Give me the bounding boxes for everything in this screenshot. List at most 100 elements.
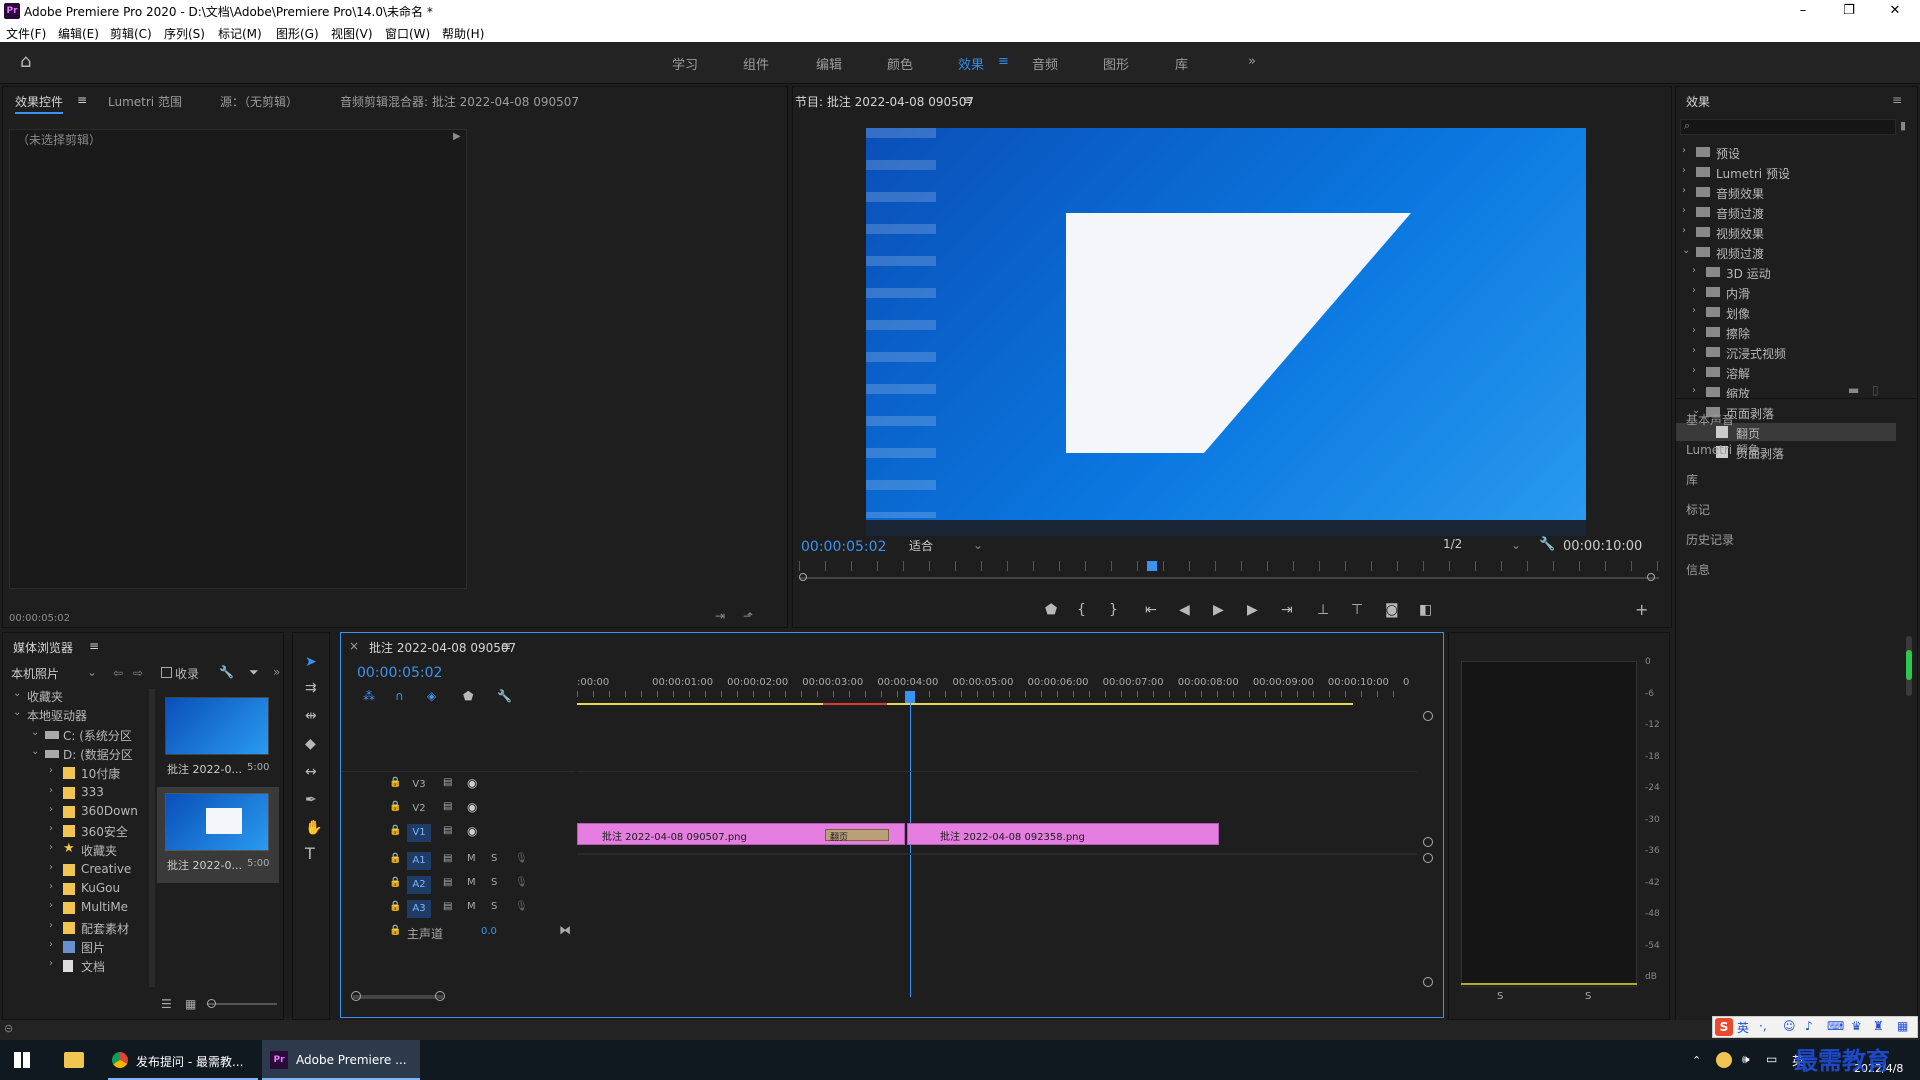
ime-keyboard-icon[interactable]: ⌨ bbox=[1827, 1019, 1844, 1033]
track-header[interactable]: 🔒 A1 ▤ M S 🎙 bbox=[341, 851, 575, 871]
extract-icon[interactable]: ⊤ bbox=[1351, 603, 1363, 617]
mute-button[interactable]: M bbox=[467, 853, 476, 864]
mark-out-icon[interactable]: } bbox=[1109, 603, 1118, 617]
clip-v1-2[interactable]: 批注 2022-04-08 092358.png bbox=[907, 823, 1219, 845]
effects-tree-item[interactable]: ⌄ 视频过渡 bbox=[1676, 243, 1896, 261]
effects-title[interactable]: 效果 bbox=[1686, 93, 1710, 110]
panel-scrollbar[interactable] bbox=[1906, 636, 1912, 696]
media-browser-menu-icon[interactable]: ≡ bbox=[89, 639, 99, 653]
sequence-tab[interactable]: 批注 2022-04-08 090507 bbox=[369, 639, 516, 656]
track-select-icon[interactable]: ⇉ bbox=[305, 681, 317, 695]
sync-lock-icon[interactable]: ▤ bbox=[443, 901, 452, 912]
go-to-in-icon[interactable]: ⇤ bbox=[1145, 603, 1157, 617]
scroll-handle-left[interactable] bbox=[351, 991, 361, 1001]
sync-lock-icon[interactable]: ▤ bbox=[443, 877, 452, 888]
track-target-a3[interactable]: A3 bbox=[407, 900, 431, 918]
expand-arrow-icon[interactable]: ▶ bbox=[453, 131, 461, 142]
media-tree-item[interactable]: › 文档 bbox=[3, 957, 151, 975]
menu-file[interactable]: 文件(F) bbox=[6, 25, 46, 42]
lock-icon[interactable]: 🔒 bbox=[389, 925, 401, 936]
workspace-assembly[interactable]: 组件 bbox=[743, 54, 769, 73]
work-area-bar[interactable] bbox=[577, 703, 1353, 705]
filter-icon[interactable]: ⏷ bbox=[249, 665, 259, 680]
location-dropdown[interactable]: 本机照片 ⌄ bbox=[11, 665, 99, 683]
vscroll-handle[interactable] bbox=[1423, 853, 1433, 863]
media-tree-item[interactable]: ⌄ D: (数据分区 bbox=[3, 745, 151, 763]
media-tree-item[interactable]: › 配套素材 bbox=[3, 919, 151, 937]
lift-icon[interactable]: ⊥ bbox=[1317, 603, 1329, 617]
media-tree-item[interactable]: › 360安全 bbox=[3, 822, 151, 840]
media-tree-item[interactable]: › MultiMe bbox=[3, 899, 151, 917]
new-custom-bin-icon[interactable]: ▬ bbox=[1848, 383, 1859, 397]
home-icon[interactable]: ⌂ bbox=[20, 53, 31, 71]
ingest-settings-icon[interactable]: 🔧 bbox=[219, 665, 234, 679]
section-info[interactable]: 信息 bbox=[1686, 561, 1710, 578]
effects-tree-item[interactable]: › 预设 bbox=[1676, 143, 1896, 161]
vscroll-handle[interactable] bbox=[1423, 711, 1433, 721]
menu-view[interactable]: 视图(V) bbox=[331, 25, 373, 42]
go-to-end-icon[interactable]: ⧓ bbox=[559, 923, 571, 937]
chevron-right-icon[interactable]: › bbox=[1682, 225, 1686, 236]
step-forward-icon[interactable]: ▶ bbox=[1247, 603, 1258, 617]
tab-audio-clip-mixer[interactable]: 音频剪辑混合器: 批注 2022-04-08 090507 bbox=[340, 93, 579, 110]
lock-icon[interactable]: 🔒 bbox=[389, 825, 401, 836]
pen-tool-icon[interactable]: ✒ bbox=[305, 793, 317, 807]
razor-tool-icon[interactable]: ◆ bbox=[305, 737, 316, 751]
thumb-size-slider[interactable] bbox=[207, 1003, 277, 1005]
scroll-handle-right[interactable] bbox=[435, 991, 445, 1001]
thumb-item[interactable]: 批注 2022-0... 5:00 bbox=[157, 689, 279, 785]
program-timecode[interactable]: 00:00:05:02 bbox=[801, 539, 886, 555]
forward-arrow-icon[interactable]: ⇨ bbox=[133, 666, 143, 680]
vscroll-handle[interactable] bbox=[1423, 837, 1433, 847]
media-tree-item[interactable]: ⌄ C: (系统分区 bbox=[3, 726, 151, 744]
chevron-icon[interactable]: › bbox=[49, 862, 53, 873]
effects-tree-item[interactable]: › 内滑 bbox=[1676, 283, 1896, 301]
chevron-icon[interactable]: › bbox=[49, 920, 53, 931]
windows-start-icon[interactable] bbox=[14, 1052, 30, 1068]
timeline-ruler[interactable]: :00:00 00:00:01:00 00:00:02:00 00:00:03:00 0… bbox=[577, 677, 1427, 697]
workspace-editing[interactable]: 编辑 bbox=[816, 54, 842, 73]
effects-tree-item[interactable]: › Lumetri 预设 bbox=[1676, 163, 1896, 181]
transition-page-turn[interactable]: 翻页 bbox=[825, 829, 889, 843]
track-target-v1[interactable]: V1 bbox=[407, 824, 431, 842]
snap-icon[interactable]: ∩ bbox=[395, 689, 404, 703]
program-playhead[interactable] bbox=[1147, 561, 1158, 571]
more-icon[interactable]: » bbox=[273, 665, 280, 679]
icon-view-icon[interactable]: ▦ bbox=[185, 997, 196, 1011]
eye-icon[interactable]: ◉ bbox=[467, 776, 477, 790]
step-back-icon[interactable]: ◀ bbox=[1179, 603, 1190, 617]
menu-clip[interactable]: 剪辑(C) bbox=[110, 25, 152, 42]
section-lumetri-color[interactable]: Lumetri 颜色 bbox=[1686, 441, 1760, 458]
tab-lumetri-scopes[interactable]: Lumetri 范围 bbox=[108, 93, 182, 110]
media-tree-item[interactable]: ⌄ 本地驱动器 bbox=[3, 706, 151, 724]
ime-shirt-icon[interactable]: ♜ bbox=[1873, 1019, 1884, 1033]
thumb-item[interactable]: 批注 2022-0... 5:00 bbox=[157, 787, 279, 883]
comparison-view-icon[interactable]: ◧ bbox=[1419, 603, 1432, 617]
track-header[interactable]: 🔒 A2 ▤ M S 🎙 bbox=[341, 875, 575, 895]
chevron-right-icon[interactable]: › bbox=[1692, 345, 1696, 356]
camera-icon[interactable]: ◙ bbox=[1385, 603, 1399, 617]
tray-up-arrow-icon[interactable]: ⌃ bbox=[1692, 1054, 1701, 1067]
media-tree-item[interactable]: › KuGou bbox=[3, 880, 151, 898]
track-header[interactable]: 🔒 V2 ▤ ◉ bbox=[341, 799, 575, 819]
ime-punct-icon[interactable]: ·, bbox=[1759, 1019, 1767, 1033]
sequence-menu-icon[interactable]: ≡ bbox=[501, 639, 511, 653]
effects-tree-item[interactable]: › 溶解 bbox=[1676, 363, 1896, 381]
track-header[interactable]: 🔒 A3 ▤ M S 🎙 bbox=[341, 899, 575, 919]
solo-button[interactable]: S bbox=[491, 901, 497, 912]
ime-skin-icon[interactable]: ♛ bbox=[1851, 1019, 1862, 1033]
media-tree-item[interactable]: › 360Down bbox=[3, 803, 151, 821]
chevron-icon[interactable]: › bbox=[49, 881, 53, 892]
file-explorer-icon[interactable] bbox=[64, 1052, 84, 1068]
ime-mic-icon[interactable]: ♪ bbox=[1805, 1019, 1813, 1033]
resolution-dropdown[interactable]: 1/2 ⌄ bbox=[1443, 537, 1525, 555]
taskbar-premiere[interactable]: Pr Adobe Premiere ... bbox=[262, 1040, 420, 1080]
microphone-icon[interactable]: 🎙 bbox=[515, 901, 528, 912]
chevron-icon[interactable]: › bbox=[49, 804, 53, 815]
eye-icon[interactable]: ◉ bbox=[467, 824, 477, 838]
chevron-icon[interactable]: ⌄ bbox=[13, 688, 21, 699]
track-header[interactable]: 🔒 V1 ▤ ◉ bbox=[341, 823, 575, 843]
chevron-icon[interactable]: ⌄ bbox=[13, 707, 21, 718]
sync-lock-icon[interactable]: ▤ bbox=[443, 825, 452, 836]
fit-dropdown[interactable]: 适合 ⌄ bbox=[909, 537, 987, 555]
